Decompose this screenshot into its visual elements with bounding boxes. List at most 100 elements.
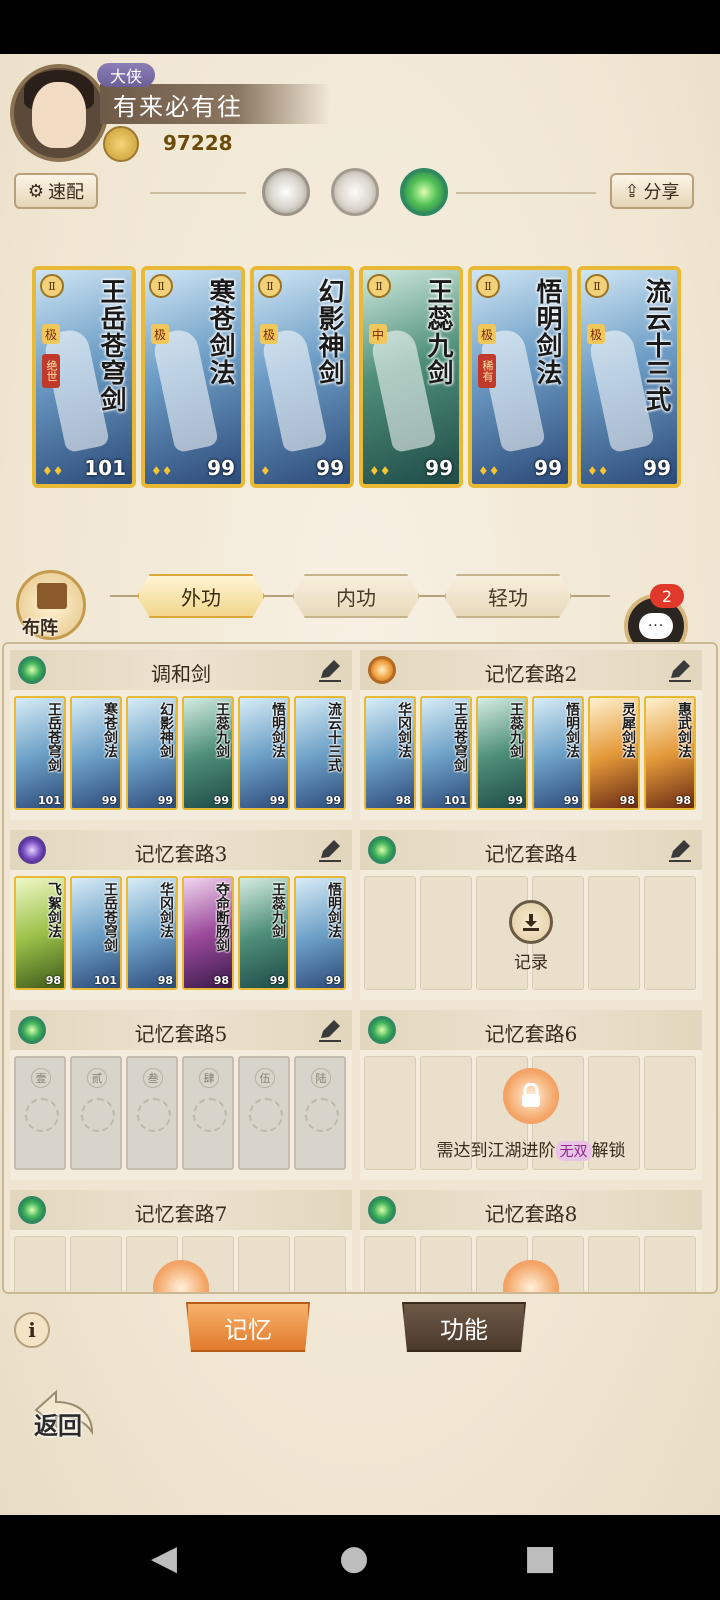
edit-icon[interactable] [316, 836, 344, 864]
flame-icon: ♦♦ [587, 464, 609, 478]
skill-name: 悟明剑法 [532, 278, 562, 386]
mini-skill-level: 101 [444, 794, 467, 807]
grade-icon: Ⅱ [585, 274, 609, 298]
mini-skill-card[interactable]: 悟明剑法 99 [238, 696, 290, 810]
mini-skill-card[interactable]: 王岳苍穹剑 101 [420, 696, 472, 810]
system-home-icon[interactable]: ● [324, 1528, 384, 1588]
slot-title: 记忆套路2 [484, 662, 578, 686]
edit-icon[interactable] [316, 656, 344, 684]
mini-skill-card[interactable]: 夺命断肠剑 98 [182, 876, 234, 990]
player-avatar[interactable] [10, 64, 108, 162]
system-recent-icon[interactable]: ■ [510, 1528, 570, 1588]
seal-numeral: 肆 [199, 1068, 219, 1088]
mini-skill-card[interactable]: 王蕊九剑 99 [182, 696, 234, 810]
mini-skill-card[interactable]: 惠武剑法 98 [644, 696, 696, 810]
power-value: 97228 [163, 131, 233, 155]
chat-bubble-icon: ··· [639, 613, 673, 639]
skill-level: 99 [643, 456, 671, 480]
memory-slot[interactable]: 记忆套路4 记录 [360, 830, 702, 1000]
flame-icon: ♦ [260, 464, 271, 478]
tab-function[interactable]: 功能 [402, 1302, 526, 1352]
edit-icon[interactable] [666, 836, 694, 864]
rank-badge: 大侠 [97, 63, 155, 87]
tab-inner-skill[interactable]: 内功 [292, 574, 420, 618]
empty-card-slot[interactable]: 叁 [126, 1056, 178, 1170]
sun-mode-icon[interactable] [331, 168, 379, 216]
empty-card-slot[interactable]: 贰 [70, 1056, 122, 1170]
tier-badge: 极 [260, 324, 278, 344]
tab-outer-skill[interactable]: 外功 [137, 574, 265, 618]
memory-slot[interactable]: 记忆套路3 飞絮剑法 98 王岳苍穹剑 101 华冈剑法 98 夺命断肠剑 98 王蕊九… [10, 830, 352, 1000]
battle-setup-screen: 大侠 有来必有往 97228 ⚙ 速配 ⇪ 分享 Ⅱ 极 绝世 王岳苍穹剑 ♦♦… [0, 54, 720, 1515]
moon-mode-icon[interactable] [262, 168, 310, 216]
empty-card-slot [420, 1236, 472, 1292]
empty-card-slot [644, 1236, 696, 1292]
mini-skill-level: 99 [269, 794, 285, 807]
status-bar [0, 0, 720, 54]
tab-memory[interactable]: 记忆 [186, 1302, 310, 1352]
tab-light-skill[interactable]: 轻功 [444, 574, 572, 618]
mini-skill-name: 王岳苍穹剑 [46, 702, 62, 772]
hero-card[interactable]: Ⅱ 极 幻影神剑 ♦ 99 [250, 266, 354, 488]
empty-card-slot[interactable]: 陆 [294, 1056, 346, 1170]
slot-title: 记忆套路5 [134, 1022, 228, 1046]
slot-title: 记忆套路6 [484, 1022, 578, 1046]
hero-card[interactable]: Ⅱ 极 稀有 悟明剑法 ♦♦ 99 [468, 266, 572, 488]
mini-skill-card[interactable]: 王蕊九剑 99 [238, 876, 290, 990]
mini-skill-card[interactable]: 华冈剑法 98 [364, 696, 416, 810]
seal-numeral: 壹 [31, 1068, 51, 1088]
grade-icon: Ⅱ [40, 274, 64, 298]
mini-skill-name: 王岳苍穹剑 [102, 882, 118, 952]
memory-slot[interactable]: 记忆套路2 华冈剑法 98 王岳苍穹剑 101 王蕊九剑 99 悟明剑法 99 灵犀剑法… [360, 650, 702, 820]
rarity-tag: 绝世 [42, 354, 60, 388]
share-button[interactable]: ⇪ 分享 [610, 173, 694, 209]
wushuang-badge: 无双 [555, 1141, 592, 1161]
mini-skill-card[interactable]: 悟明剑法 99 [294, 876, 346, 990]
quick-config-button[interactable]: ⚙ 速配 [14, 173, 98, 209]
ring-ornament [193, 1098, 227, 1132]
edit-icon[interactable] [316, 1016, 344, 1044]
avatar-face [32, 82, 86, 148]
skill-name: 流云十三式 [641, 278, 671, 413]
info-button[interactable]: i [14, 1312, 50, 1348]
mini-skill-card[interactable]: 王岳苍穹剑 101 [14, 696, 66, 810]
mini-skill-level: 99 [269, 974, 285, 987]
mini-skill-card[interactable]: 王岳苍穹剑 101 [70, 876, 122, 990]
hero-card[interactable]: Ⅱ 中 王蕊九剑 ♦♦ 99 [359, 266, 463, 488]
mini-skill-level: 99 [101, 794, 117, 807]
memory-slot[interactable]: 记忆套路5 壹 贰 叁 肆 伍 陆 [10, 1010, 352, 1180]
hero-card[interactable]: Ⅱ 极 寒苍剑法 ♦♦ 99 [141, 266, 245, 488]
tier-badge: 极 [42, 324, 60, 344]
tier-badge: 极 [478, 324, 496, 344]
mini-skill-card[interactable]: 流云十三式 99 [294, 696, 346, 810]
mini-skill-card[interactable]: 灵犀剑法 98 [588, 696, 640, 810]
book-icon [37, 583, 67, 609]
jade-mode-icon[interactable] [400, 168, 448, 216]
record-button[interactable] [509, 900, 553, 944]
mini-skill-card[interactable]: 华冈剑法 98 [126, 876, 178, 990]
empty-card-slot[interactable]: 壹 [14, 1056, 66, 1170]
rarity-tag: 稀有 [478, 354, 496, 388]
ring-ornament [81, 1098, 115, 1132]
mini-skill-level: 98 [213, 974, 229, 987]
share-icon: ⇪ [624, 180, 640, 202]
mini-skill-level: 99 [213, 794, 229, 807]
mini-skill-card[interactable]: 寒苍剑法 99 [70, 696, 122, 810]
mini-skill-card[interactable]: 王蕊九剑 99 [476, 696, 528, 810]
chat-unread-badge: 2 [650, 584, 684, 608]
system-back-icon[interactable]: ◀ [134, 1528, 194, 1588]
memory-slot[interactable]: 调和剑 王岳苍穹剑 101 寒苍剑法 99 幻影神剑 99 王蕊九剑 99 悟明剑法 99… [10, 650, 352, 820]
mini-skill-card[interactable]: 悟明剑法 99 [532, 696, 584, 810]
hero-card[interactable]: Ⅱ 极 流云十三式 ♦♦ 99 [577, 266, 681, 488]
empty-card-slot[interactable]: 肆 [182, 1056, 234, 1170]
edit-icon[interactable] [666, 656, 694, 684]
mini-skill-level: 101 [94, 974, 117, 987]
empty-card-slot[interactable]: 伍 [238, 1056, 290, 1170]
mini-skill-card[interactable]: 飞絮剑法 98 [14, 876, 66, 990]
mini-skill-card[interactable]: 幻影神剑 99 [126, 696, 178, 810]
hero-card[interactable]: Ⅱ 极 绝世 王岳苍穹剑 ♦♦ 101 [32, 266, 136, 488]
seal-numeral: 陆 [311, 1068, 331, 1088]
empty-card-slot [14, 1236, 66, 1292]
mini-skill-name: 悟明剑法 [270, 702, 286, 758]
mini-skill-name: 悟明剑法 [564, 702, 580, 758]
